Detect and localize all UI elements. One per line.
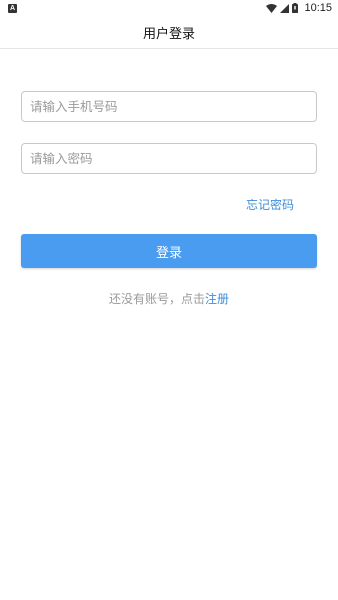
wifi-icon [266,3,278,13]
login-button[interactable]: 登录 [21,234,317,268]
status-time: 10:15 [304,2,332,14]
page-title: 用户登录 [142,26,195,42]
register-prompt-text: 还没有账号，点击 [108,292,205,306]
register-link[interactable]: 注册 [205,292,229,306]
forgot-password-link[interactable]: 忘记密码 [246,196,294,213]
password-field [21,143,317,174]
register-prompt: 还没有账号，点击注册 [0,290,338,307]
status-left: A [8,3,17,13]
title-bar: 用户登录 [0,16,338,49]
cellular-icon [280,3,290,13]
login-screen: A 10:15 用户登录 忘记密码 登录 还没有账号，点击注册 [0,0,338,600]
battery-icon [292,3,299,13]
status-bar: A 10:15 [0,0,338,16]
status-right: 10:15 [266,2,332,14]
phone-input[interactable] [22,92,316,121]
password-input[interactable] [22,144,316,173]
phone-field [21,91,317,122]
notification-icon: A [8,3,17,13]
